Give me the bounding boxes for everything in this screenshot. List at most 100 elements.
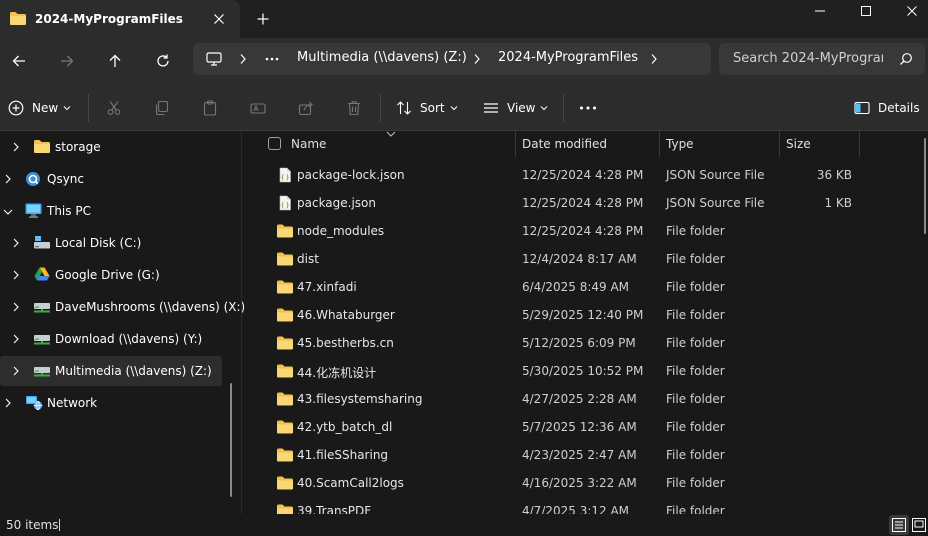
chevron-down-icon[interactable] — [3, 208, 13, 216]
sidebar-item-label: storage — [55, 140, 101, 154]
chevron-down-icon — [541, 106, 548, 111]
window-tab[interactable]: 2024-MyProgramFiles — [0, 0, 240, 38]
sidebar-scrollbar[interactable] — [230, 383, 232, 497]
minimize-button[interactable] — [797, 0, 843, 24]
table-row[interactable]: 45.bestherbs.cn 5/12/2025 6:09 PM File fol… — [242, 329, 928, 357]
sidebar-item-qsync[interactable]: Qsync — [0, 164, 222, 194]
sidebar-item-label: Download (\\davens) (Y:) — [55, 332, 203, 346]
search-input[interactable]: Search 2024-MyProgrammFiles — [733, 51, 883, 66]
rename-button[interactable] — [250, 96, 266, 120]
more-options-button[interactable] — [579, 96, 597, 120]
maximize-button[interactable] — [843, 0, 889, 24]
column-header-date[interactable]: Date modified — [522, 137, 607, 151]
column-header-name[interactable]: Name — [291, 137, 326, 151]
chevron-right-icon[interactable] — [12, 366, 20, 376]
close-tab-button[interactable] — [208, 8, 230, 30]
more-icon[interactable] — [265, 57, 279, 61]
close-window-button[interactable] — [889, 0, 928, 24]
table-row[interactable]: 43.filesystemsharing 4/27/2025 2:28 AM Fil… — [242, 385, 928, 413]
sidebar-item-label: Multimedia (\\davens) (Z:) — [55, 364, 212, 378]
sidebar-item-this-pc[interactable]: This PC — [0, 196, 222, 226]
chevron-right-icon[interactable] — [4, 174, 12, 184]
sidebar-item-label: Qsync — [47, 172, 85, 186]
column-header-size[interactable]: Size — [786, 137, 811, 151]
chevron-down-icon — [386, 131, 396, 137]
breadcrumb-item-folder[interactable]: 2024-MyProgramFiles — [498, 50, 638, 65]
file-type: File folder — [666, 336, 725, 350]
chevron-right-icon[interactable] — [4, 398, 12, 408]
arrow-right-icon — [61, 55, 74, 67]
table-row[interactable]: 42.ytb_batch_dl 5/7/2025 12:36 AM File fol… — [242, 413, 928, 441]
forward-button[interactable] — [53, 47, 81, 75]
cut-button[interactable] — [106, 96, 122, 120]
file-name: 42.ytb_batch_dl — [297, 420, 393, 434]
table-row[interactable]: 40.ScamCall2logs 4/16/2025 3:22 AM File fo… — [242, 469, 928, 497]
folder-icon — [277, 392, 293, 406]
table-row[interactable]: node_modules 12/25/2024 4:28 PM File folde… — [242, 217, 928, 245]
view-button[interactable]: View — [483, 96, 548, 120]
table-row[interactable]: package.json 12/25/2024 4:28 PM JSON Sourc… — [242, 189, 928, 217]
file-date: 6/4/2025 8:49 AM — [522, 280, 630, 294]
minimize-icon — [815, 10, 825, 12]
google-drive-icon — [34, 267, 50, 281]
column-header-type[interactable]: Type — [666, 137, 694, 151]
table-row[interactable]: dist 12/4/2024 8:17 AM File folder — [242, 245, 928, 273]
chevron-right-icon[interactable] — [12, 142, 20, 152]
back-button[interactable] — [5, 47, 33, 75]
file-name: 41.fileSSharing — [297, 448, 389, 462]
file-date: 4/27/2025 2:28 AM — [522, 392, 637, 406]
folder-icon — [277, 336, 293, 350]
chevron-right-icon[interactable] — [12, 302, 20, 312]
paste-button[interactable] — [202, 96, 218, 120]
chevron-right-icon — [474, 54, 480, 64]
sidebar-item-google-drive[interactable]: Google Drive (G:) — [0, 260, 222, 290]
breadcrumb-item-drive[interactable]: Multimedia (\\davens) (Z:) — [297, 50, 467, 65]
column-divider[interactable] — [515, 131, 516, 157]
close-icon — [214, 14, 224, 24]
new-button[interactable]: New — [8, 96, 71, 120]
clipboard-icon — [203, 100, 217, 116]
sort-button[interactable]: Sort — [396, 96, 458, 120]
search-icon — [900, 53, 912, 65]
new-tab-button[interactable] — [252, 8, 274, 30]
table-row[interactable]: 41.fileSSharing 4/23/2025 2:47 AM File fol… — [242, 441, 928, 469]
copy-button[interactable] — [154, 96, 170, 120]
share-button[interactable] — [298, 96, 314, 120]
chevron-right-icon[interactable] — [12, 334, 20, 344]
file-list-scrollbar[interactable] — [924, 138, 926, 234]
table-row[interactable]: 47.xinfadi 6/4/2025 8:49 AM File folder — [242, 273, 928, 301]
details-pane-button[interactable]: Details — [854, 96, 920, 120]
table-row[interactable]: 39.TransPDF 4/7/2025 3:12 AM File folder — [242, 497, 928, 514]
folder-icon — [277, 252, 293, 266]
file-date: 5/29/2025 12:40 PM — [522, 308, 644, 322]
sidebar-item-multimedia[interactable]: Multimedia (\\davens) (Z:) — [0, 356, 222, 386]
column-divider[interactable] — [659, 131, 660, 157]
toolbar-divider — [380, 94, 381, 122]
chevron-right-icon[interactable] — [12, 270, 20, 280]
table-row[interactable]: 44.化冻机设计 5/30/2025 10:52 PM File folder — [242, 357, 928, 385]
sidebar-item-network[interactable]: Network — [0, 388, 222, 418]
column-divider[interactable] — [859, 131, 860, 157]
details-view-button[interactable] — [889, 515, 909, 535]
sidebar-item-local-disk[interactable]: Local Disk (C:) — [0, 228, 222, 258]
up-button[interactable] — [101, 47, 129, 75]
delete-button[interactable] — [346, 96, 362, 120]
table-row[interactable]: 46.Whataburger 5/29/2025 12:40 PM File fol… — [242, 301, 928, 329]
tiles-view-button[interactable] — [910, 515, 928, 535]
table-row[interactable]: package-lock.json 12/25/2024 4:28 PM JSON … — [242, 161, 928, 189]
details-view-icon — [892, 518, 906, 532]
column-divider[interactable] — [779, 131, 780, 157]
search-box[interactable]: Search 2024-MyProgrammFiles — [719, 43, 925, 75]
chevron-right-icon[interactable] — [12, 238, 20, 248]
file-date: 5/12/2025 6:09 PM — [522, 336, 636, 350]
select-all-checkbox[interactable] — [268, 137, 281, 150]
refresh-button[interactable] — [149, 47, 177, 75]
sidebar-item-storage[interactable]: storage — [0, 132, 222, 162]
sidebar-item-download[interactable]: Download (\\davens) (Y:) — [0, 324, 222, 354]
file-name: 40.ScamCall2logs — [297, 476, 404, 490]
breadcrumb[interactable]: Multimedia (\\davens) (Z:) 2024-MyProgra… — [193, 43, 711, 75]
sidebar-item-davemushrooms[interactable]: DaveMushrooms (\\davens) (X:) — [0, 292, 245, 322]
sort-icon — [397, 101, 411, 115]
tab-title: 2024-MyProgramFiles — [35, 12, 183, 26]
json-file-icon — [279, 195, 291, 211]
